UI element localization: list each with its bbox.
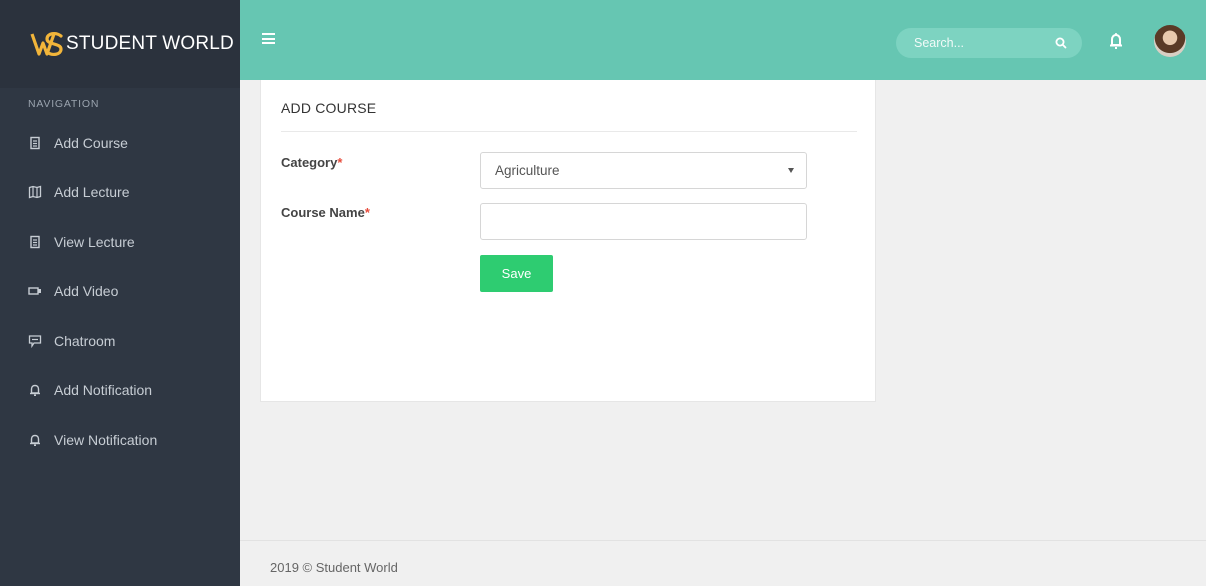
sidebar: STUDENT WORLD NAVIGATION Add Course Add … <box>0 0 240 586</box>
footer: 2019 © Student World <box>240 540 1206 586</box>
avatar[interactable] <box>1154 25 1186 57</box>
document-icon <box>28 136 42 150</box>
save-button[interactable]: Save <box>480 255 553 292</box>
sidebar-item-view-lecture[interactable]: View Lecture <box>0 217 240 267</box>
sidebar-item-add-course[interactable]: Add Course <box>0 118 240 168</box>
course-name-input[interactable] <box>480 203 807 240</box>
brand-logo[interactable]: STUDENT WORLD <box>0 0 240 88</box>
required-marker: * <box>337 155 343 170</box>
course-name-label: Course Name* <box>281 205 370 220</box>
sidebar-item-add-video[interactable]: Add Video <box>0 267 240 317</box>
hamburger-icon[interactable] <box>262 33 275 44</box>
sidebar-item-add-lecture[interactable]: Add Lecture <box>0 168 240 218</box>
sidebar-item-label: Add Lecture <box>54 184 130 201</box>
category-label: Category* <box>281 155 343 170</box>
chat-icon <box>28 334 42 348</box>
required-marker: * <box>364 205 370 220</box>
top-bar <box>240 0 1206 80</box>
document-icon <box>28 235 42 249</box>
sidebar-item-label: View Notification <box>54 431 158 448</box>
sidebar-item-label: Add Course <box>54 134 128 151</box>
search-icon[interactable] <box>1054 36 1068 50</box>
search-input[interactable] <box>914 36 1054 50</box>
search-box <box>896 28 1082 58</box>
category-selected-value: Agriculture <box>495 163 560 178</box>
bell-icon <box>28 383 42 397</box>
add-course-card: ADD COURSE Category* Agriculture Course … <box>260 80 876 402</box>
page-title: ADD COURSE <box>281 100 377 116</box>
sidebar-item-label: View Lecture <box>54 233 135 250</box>
sw-logo-icon <box>30 32 63 56</box>
sidebar-item-label: Chatroom <box>54 332 116 349</box>
notification-bell-icon[interactable] <box>1108 32 1124 50</box>
category-select[interactable]: Agriculture <box>480 152 807 189</box>
sidebar-item-view-notification[interactable]: View Notification <box>0 415 240 465</box>
bell-icon <box>28 433 42 447</box>
dropdown-arrow-icon <box>788 168 794 173</box>
footer-copyright: 2019 © Student World <box>270 560 398 575</box>
sidebar-item-label: Add Video <box>54 283 119 300</box>
divider <box>281 131 857 132</box>
sidebar-item-label: Add Notification <box>54 382 153 399</box>
video-icon <box>28 284 42 298</box>
map-icon <box>28 185 42 199</box>
brand-name: STUDENT WORLD <box>66 33 234 54</box>
nav-heading: NAVIGATION <box>28 98 100 110</box>
sidebar-item-add-notification[interactable]: Add Notification <box>0 366 240 416</box>
sidebar-item-chatroom[interactable]: Chatroom <box>0 316 240 366</box>
